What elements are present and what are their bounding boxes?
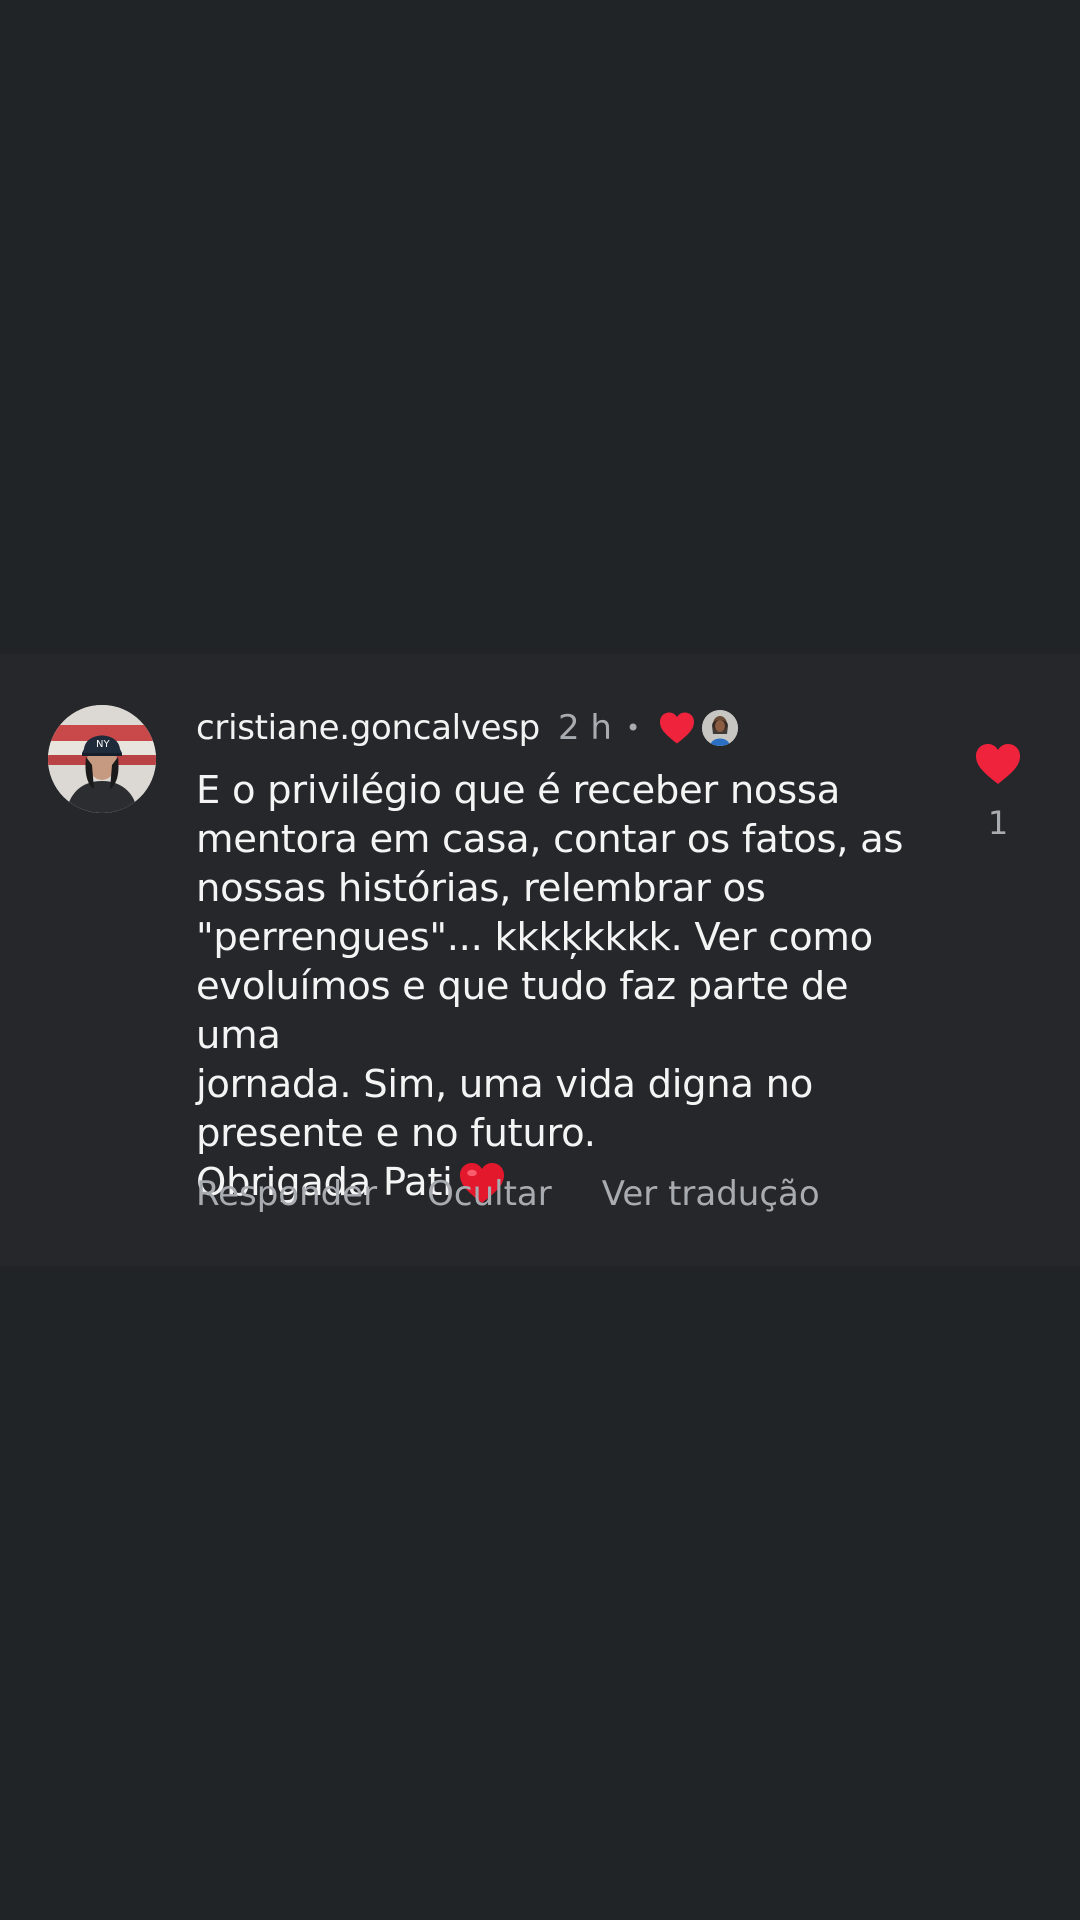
comment-actions: Responder Ocultar Ver tradução xyxy=(196,1174,820,1214)
hide-button[interactable]: Ocultar xyxy=(427,1174,552,1214)
separator-dot: • xyxy=(625,714,641,742)
comment-body: E o privilégio que é receber nossa mento… xyxy=(196,768,904,1205)
username[interactable]: cristiane.goncalvesp xyxy=(196,708,540,748)
creator-avatar xyxy=(702,710,739,746)
comment-header: cristiane.goncalvesp 2 h • xyxy=(196,698,739,758)
commenter-avatar[interactable]: NY xyxy=(48,705,156,813)
comment-text: E o privilégio que é receber nossa mento… xyxy=(196,766,936,1207)
screen: NY cristiane.goncalvesp 2 h • E o privil… xyxy=(0,0,1080,1920)
creator-liked-heart-icon xyxy=(658,711,696,745)
like-heart-icon[interactable] xyxy=(973,742,1023,786)
timestamp: 2 h xyxy=(557,708,612,748)
svg-text:NY: NY xyxy=(96,739,110,750)
avatar-photo: NY xyxy=(48,705,156,813)
reply-button[interactable]: Responder xyxy=(196,1174,377,1214)
like-column: 1 xyxy=(970,742,1026,842)
comment-card: NY cristiane.goncalvesp 2 h • E o privil… xyxy=(0,654,1080,1266)
translate-button[interactable]: Ver tradução xyxy=(602,1174,820,1214)
like-count[interactable]: 1 xyxy=(970,804,1026,842)
